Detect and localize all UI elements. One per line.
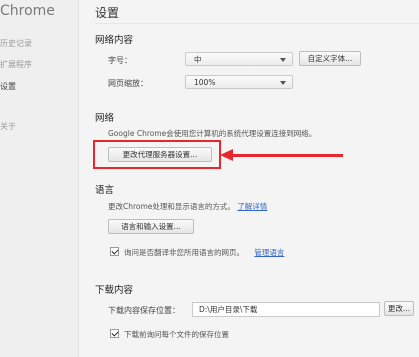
translate-checkbox[interactable] bbox=[110, 247, 119, 256]
font-size-label: 字号： bbox=[108, 56, 132, 65]
learn-more-link[interactable]: 了解详情 bbox=[237, 202, 267, 211]
sidebar-item-about[interactable]: 关于 bbox=[0, 121, 16, 132]
language-input-settings-button[interactable]: 语言和输入设置... bbox=[108, 219, 194, 234]
custom-fonts-button[interactable]: 自定义字体... bbox=[299, 51, 361, 66]
network-description: Google Chrome会使用您计算机的系统代理设置连接到网络。 bbox=[108, 129, 317, 138]
zoom-value: 100% bbox=[194, 78, 216, 87]
sidebar-item-settings[interactable]: 设置 bbox=[0, 81, 16, 92]
languages-description-row: 更改Chrome处理和显示语言的方式。 了解详情 bbox=[108, 201, 267, 212]
header-divider bbox=[95, 23, 419, 24]
network-section-title: 网络 bbox=[95, 113, 115, 124]
zoom-select[interactable]: 100% bbox=[185, 75, 293, 89]
download-location-label: 下载内容保存位置： bbox=[108, 306, 180, 315]
ask-download-location-checkbox[interactable] bbox=[110, 329, 119, 338]
languages-description: 更改Chrome处理和显示语言的方式。 bbox=[108, 202, 235, 211]
translate-checkbox-label: 询问是否翻译非您所用语言的网页。 bbox=[124, 248, 244, 257]
ask-download-location-label: 下载前询问每个文件的保存位置 bbox=[124, 330, 229, 339]
translate-checkbox-row: 询问是否翻译非您所用语言的网页。 管理语言 bbox=[124, 247, 284, 258]
download-location-field[interactable]: D:\用户目录\下载 bbox=[192, 302, 380, 317]
chevron-down-icon bbox=[280, 81, 286, 85]
change-download-location-button[interactable]: 更改... bbox=[384, 301, 414, 316]
chevron-down-icon bbox=[280, 58, 286, 62]
font-size-value: 中 bbox=[194, 55, 202, 64]
app-title: Chrome bbox=[0, 3, 55, 19]
page-title: 设置 bbox=[95, 6, 120, 20]
downloads-section-title: 下载内容 bbox=[95, 285, 134, 296]
zoom-label: 网页缩放： bbox=[108, 79, 148, 88]
languages-section-title: 语言 bbox=[95, 185, 115, 196]
arrow-shaft bbox=[229, 154, 343, 157]
highlight-box bbox=[93, 140, 221, 169]
sidebar-item-extensions[interactable]: 扩展程序 bbox=[0, 59, 32, 70]
web-content-section-title: 网络内容 bbox=[95, 35, 134, 46]
manage-languages-link[interactable]: 管理语言 bbox=[254, 248, 284, 257]
font-size-select[interactable]: 中 bbox=[185, 52, 293, 66]
sidebar: Chrome 历史记录 扩展程序 设置 关于 bbox=[0, 0, 79, 357]
sidebar-item-history[interactable]: 历史记录 bbox=[0, 38, 32, 49]
